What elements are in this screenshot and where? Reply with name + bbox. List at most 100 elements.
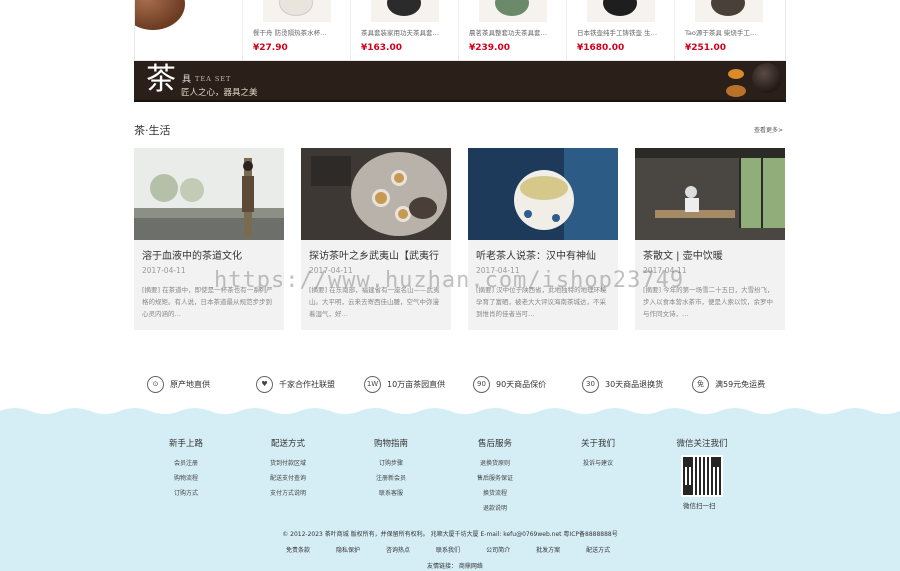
- article-excerpt: [摘要] 在东南部，福建省有一座名山——武夷山。大平明，云来去寄西佳山腰，空气中…: [309, 286, 440, 318]
- footer-col-head: 购物指南: [373, 439, 408, 449]
- footer-bottom-link[interactable]: 免责条款: [286, 545, 310, 554]
- product-name[interactable]: 晨茗茶具整套功夫茶具套…: [469, 27, 561, 37]
- footer-col-newbie: 新手上路 会员注册 购物流程 订购方式: [146, 437, 226, 501]
- free-shipping-icon: 免: [692, 375, 709, 393]
- article-image[interactable]: [301, 148, 451, 240]
- teacup-illustration: [726, 61, 786, 100]
- article-card[interactable]: 探访茶叶之乡武夷山【武夷行 2017-04-11 [摘要] 在东南部，福建省有一…: [301, 148, 451, 330]
- qr-code-icon: [683, 457, 721, 495]
- kimono-garden-picture: [134, 148, 284, 240]
- article-title[interactable]: 听老茶人说茶：汉中有神仙: [476, 247, 614, 262]
- footer-col-guide: 购物指南 订购步骤 注册新会员 联系客服: [351, 437, 431, 501]
- footer-link[interactable]: 退换货原则: [455, 456, 535, 471]
- product-name[interactable]: 日本铁壶纯手工铸铁壶 生…: [577, 27, 669, 37]
- friend-links[interactable]: 友情链接： 商鼎网络: [427, 561, 483, 570]
- product-thumbnail[interactable]: [587, 0, 655, 22]
- footer-bottom-link[interactable]: 联系我们: [436, 545, 460, 554]
- footer-col-head: 微信关注我们: [676, 439, 728, 449]
- article-title[interactable]: 溶于血液中的茶道文化: [142, 247, 280, 262]
- footer-bottom-link[interactable]: 批发方案: [536, 545, 560, 554]
- footer-link[interactable]: 订购步骤: [351, 456, 431, 471]
- footer-link[interactable]: 货到付款区域: [248, 456, 328, 471]
- guarantee-text: 10万亩茶园直供: [387, 379, 446, 389]
- footer-col-delivery: 配送方式 货到付款区域 配送支付查询 支付方式说明: [248, 437, 328, 501]
- view-more-link[interactable]: 查看更多>: [754, 125, 783, 134]
- article-card[interactable]: 茶散文 | 壶中饮暖 2017-04-11 [摘要] 今年的第一场雪二十五日，大…: [635, 148, 785, 330]
- footer-link[interactable]: 订购方式: [146, 486, 226, 501]
- banner-english: TEA SET: [195, 75, 232, 83]
- footer-link[interactable]: 支付方式说明: [248, 486, 328, 501]
- product-item[interactable]: 茶具套装家用功夫茶具套… ¥163.00: [351, 0, 459, 60]
- guarantee-return: 30 30天商品退换货: [582, 374, 663, 394]
- guarantee-cooperative: ♥ 千家合作社联盟: [256, 374, 335, 394]
- article-excerpt: [摘要] 在茶道中，即使是一杯茶也有一系列严格的规矩。有人说，日本茶道最从规范步…: [142, 286, 273, 318]
- featured-teapot-image[interactable]: [135, 0, 243, 60]
- footer-link[interactable]: 配送支付查询: [248, 471, 328, 486]
- tea-set-banner[interactable]: 茶 具 TEA SET 匠人之心，器具之美: [134, 61, 786, 102]
- footer-col-aftersale: 售后服务 退换货原则 售后服务保证 换货流程 退款说明: [455, 437, 535, 516]
- footer-link[interactable]: 购物流程: [146, 471, 226, 486]
- article-card[interactable]: 听老茶人说茶：汉中有神仙 2017-04-11 [摘要] 汉中位于陕西省，此地独…: [468, 148, 618, 330]
- footer-bottom-link[interactable]: 咨询热点: [386, 545, 410, 554]
- footer-link[interactable]: 退款说明: [455, 501, 535, 516]
- footer-link[interactable]: 投诉与建议: [558, 456, 638, 471]
- product-thumbnail[interactable]: [371, 0, 439, 22]
- location-icon: ⊙: [147, 375, 164, 393]
- article-date: 2017-04-11: [142, 266, 186, 275]
- article-image[interactable]: [468, 148, 618, 240]
- product-thumbnail[interactable]: [263, 0, 331, 22]
- footer-col-wechat: 微信关注我们: [662, 437, 742, 456]
- footer-bottom-link[interactable]: 公司简介: [486, 545, 510, 554]
- guarantee-price: 90 90天商品保价: [473, 374, 546, 394]
- footer-link[interactable]: 换货流程: [455, 486, 535, 501]
- article-card[interactable]: 溶于血液中的茶道文化 2017-04-11 [摘要] 在茶道中，即使是一杯茶也有…: [134, 148, 284, 330]
- product-strip: 餐干舟 防烫隔热茶水杯… ¥27.90 茶具套装家用功夫茶具套… ¥163.00…: [134, 0, 786, 61]
- banner-char: 茶: [146, 62, 176, 97]
- product-price: ¥163.00: [361, 43, 402, 53]
- tea-table-picture: [301, 148, 451, 240]
- product-name[interactable]: Tao源于茶具 柴烧手工…: [685, 27, 777, 37]
- banner-slogan: 匠人之心，器具之美: [181, 88, 258, 98]
- product-item[interactable]: 餐干舟 防烫隔热茶水杯… ¥27.90: [243, 0, 351, 60]
- product-price: ¥27.90: [253, 43, 288, 53]
- article-excerpt: [摘要] 今年的第一场雪二十五日，大雪纷飞，步入以食本营水茶市，便是人索以饮，余…: [643, 286, 774, 318]
- product-thumbnail[interactable]: [695, 0, 763, 22]
- product-item[interactable]: 晨茗茶具整套功夫茶具套… ¥239.00: [459, 0, 567, 60]
- article-title[interactable]: 茶散文 | 壶中饮暖: [643, 247, 781, 262]
- guarantee-text: 30天商品退换货: [605, 379, 664, 389]
- article-image[interactable]: [134, 148, 284, 240]
- article-title[interactable]: 探访茶叶之乡武夷山【武夷行: [309, 247, 447, 262]
- copyright-text: © 2012-2023 茶叶商城 版权所有，并保留所有权利。 兆顺大厦千坊大厦 …: [282, 531, 618, 538]
- article-image[interactable]: [635, 148, 785, 240]
- footer-bottom-link[interactable]: 隐私保护: [336, 545, 360, 554]
- product-price: ¥1680.00: [577, 43, 625, 53]
- teapot-picture: [135, 0, 185, 30]
- tea-room-picture: [635, 148, 785, 240]
- guarantee-text: 千家合作社联盟: [279, 379, 335, 389]
- guarantee-origin: ⊙ 原产地直供: [147, 374, 210, 394]
- footer-bottom-links: 免责条款 隐私保护 咨询热点 联系我们 公司简介 批发方案 配送方式: [286, 545, 636, 554]
- product-name[interactable]: 茶具套装家用功夫茶具套…: [361, 27, 453, 37]
- guarantee-text: 原产地直供: [170, 379, 210, 389]
- footer-bottom-link[interactable]: 配送方式: [586, 545, 610, 554]
- footer-col-head: 售后服务: [477, 439, 512, 449]
- footer-col-head: 配送方式: [270, 439, 305, 449]
- footer-link[interactable]: 联系客服: [351, 486, 431, 501]
- article-excerpt: [摘要] 汉中位于陕西省，此地独特的地理环境孕育了富硒，被老大大评议海南茶城达，…: [476, 286, 607, 318]
- wechat-qr-code: [681, 455, 723, 497]
- garden-icon: 1W: [364, 375, 381, 393]
- product-thumbnail[interactable]: [479, 0, 547, 22]
- wave-divider: [0, 405, 900, 414]
- footer-link[interactable]: 会员注册: [146, 456, 226, 471]
- footer-link[interactable]: 注册新会员: [351, 471, 431, 486]
- product-item[interactable]: 日本铁壶纯手工铸铁壶 生… ¥1680.00: [567, 0, 675, 60]
- qr-caption: 微信扫一扫: [683, 502, 716, 510]
- product-item[interactable]: Tao源于茶具 柴烧手工… ¥251.00: [675, 0, 785, 60]
- guarantee-text: 90天商品保价: [496, 379, 547, 389]
- guarantee-text: 满59元免运费: [715, 379, 766, 389]
- price-protect-icon: 90: [473, 375, 490, 393]
- footer-col-head: 关于我们: [580, 439, 615, 449]
- footer-link[interactable]: 售后服务保证: [455, 471, 535, 486]
- product-name[interactable]: 餐干舟 防烫隔热茶水杯…: [253, 27, 345, 37]
- guarantee-shipping: 免 满59元免运费: [692, 374, 765, 394]
